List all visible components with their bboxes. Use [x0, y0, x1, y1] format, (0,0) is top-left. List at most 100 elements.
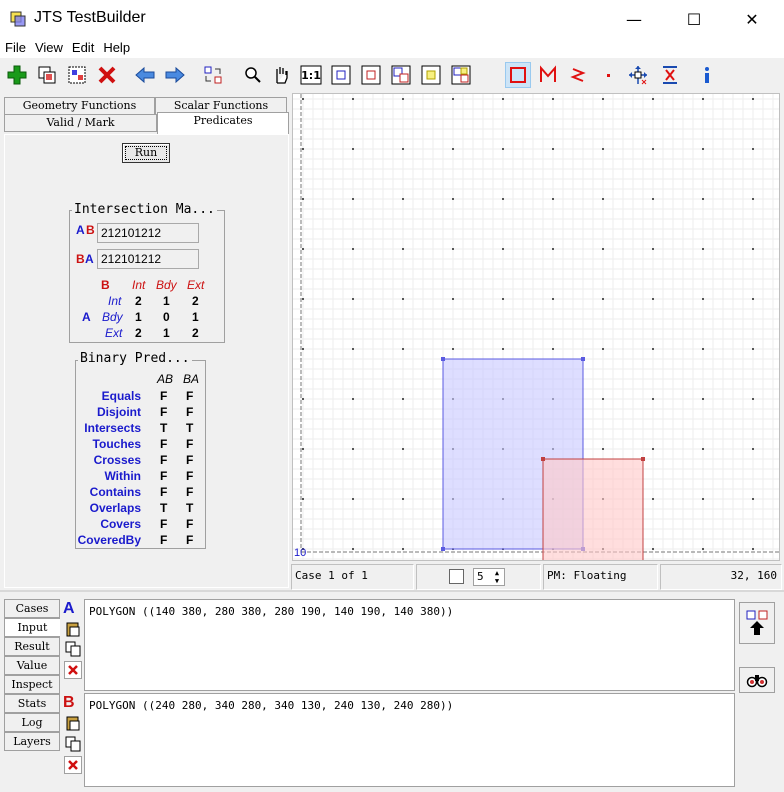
tab-predicates[interactable]: Predicates [157, 112, 289, 134]
tab-stats[interactable]: Stats [4, 694, 60, 713]
grid-dot [602, 298, 604, 300]
copy-b-icon[interactable] [64, 735, 82, 753]
draw-polygon-icon[interactable] [505, 62, 531, 88]
predicate-name: Within [104, 469, 141, 483]
paste-a-icon[interactable] [64, 620, 82, 638]
grid-dot [502, 98, 504, 100]
tab-input[interactable]: Input [4, 618, 60, 637]
draw-zigzag-icon[interactable] [565, 62, 591, 88]
menu-edit[interactable]: Edit [67, 38, 98, 58]
zoom-to-a-icon[interactable] [328, 62, 354, 88]
menu-file[interactable]: File [0, 38, 30, 58]
grid-dot [302, 98, 304, 100]
next-case-icon[interactable] [162, 62, 188, 88]
copy-case-icon[interactable] [34, 62, 60, 88]
matrix-cell: 2 [135, 294, 142, 308]
grid-dot [302, 198, 304, 200]
run-button[interactable]: Run [122, 143, 170, 163]
canvas-drawing[interactable] [293, 94, 779, 560]
grid-dot [552, 298, 554, 300]
matrix-row-label: Int [108, 294, 122, 308]
tab-inspect[interactable]: Inspect [4, 675, 60, 694]
matrix-cell: 0 [163, 310, 170, 324]
zoom-to-full-icon[interactable] [448, 62, 474, 88]
grid-dot [402, 148, 404, 150]
tab-result[interactable]: Result [4, 637, 60, 656]
menu-view[interactable]: View [30, 38, 67, 58]
show-vertices-checkbox[interactable] [449, 569, 464, 584]
predicate-name: Equals [101, 389, 141, 403]
draw-point-icon[interactable] [595, 62, 621, 88]
matrix-row-a-label: A [82, 310, 91, 324]
zoom-icon[interactable] [240, 62, 266, 88]
grid-dot [502, 298, 504, 300]
geometry-a-input[interactable]: POLYGON ((140 380, 280 380, 280 190, 140… [84, 599, 735, 691]
geometry-canvas[interactable] [292, 93, 780, 561]
tab-geometry-functions[interactable]: Geometry Functions [4, 97, 155, 115]
predicate-name: Contains [89, 485, 141, 499]
pan-icon[interactable] [268, 62, 294, 88]
predicate-name: Covers [100, 517, 141, 531]
predicate-ba-value: F [186, 485, 194, 499]
zoom-to-b-icon[interactable] [358, 62, 384, 88]
grid-dot [302, 298, 304, 300]
tab-layers[interactable]: Layers [4, 732, 60, 751]
polygon-b-vertex [541, 457, 545, 461]
tab-log[interactable]: Log [4, 713, 60, 732]
inspect-button[interactable] [739, 667, 775, 693]
zoom-to-input-icon[interactable] [388, 62, 414, 88]
predicate-ba-value: F [186, 517, 194, 531]
clear-b-icon[interactable] [64, 756, 82, 774]
tab-cases[interactable]: Cases [4, 599, 60, 618]
grid-dot [702, 498, 704, 500]
zoom-one-to-one-icon[interactable]: 1:1 [298, 62, 324, 88]
scale-label: 10 [294, 547, 307, 559]
grid-dot [302, 348, 304, 350]
load-geometry-button[interactable] [739, 602, 775, 644]
grid-dot [552, 348, 554, 350]
predicate-name: Intersects [84, 421, 141, 435]
grid-dot [752, 498, 754, 500]
grid-dot [352, 498, 354, 500]
zoom-to-result-icon[interactable] [418, 62, 444, 88]
grid-dot [452, 298, 454, 300]
binoculars-icon [746, 675, 768, 688]
grid-dot [752, 398, 754, 400]
tab-valid-mark[interactable]: Valid / Mark [4, 114, 157, 132]
copy-result-icon[interactable] [64, 62, 90, 88]
delete-case-icon[interactable] [94, 62, 120, 88]
predicate-ba-value: F [186, 389, 194, 403]
delete-vertex-icon[interactable] [657, 62, 683, 88]
grid-dot [652, 248, 654, 250]
add-case-icon[interactable] [4, 62, 30, 88]
close-window-button[interactable]: ✕ [729, 0, 775, 38]
tab-value[interactable]: Value [4, 656, 60, 675]
matrix-row-label: Bdy [102, 310, 123, 324]
previous-case-icon[interactable] [132, 62, 158, 88]
predicate-ab-value: F [160, 469, 168, 483]
spinner-value: 5 [477, 570, 484, 583]
grid-dot [702, 548, 704, 550]
grid-dot [352, 398, 354, 400]
edit-vertex-icon[interactable] [625, 62, 651, 88]
menu-help[interactable]: Help [98, 38, 134, 58]
predicate-col-ba: BA [183, 372, 200, 386]
maximize-button[interactable]: ☐ [671, 0, 717, 38]
minimize-button[interactable]: — [611, 0, 657, 38]
grid-dot [702, 148, 704, 150]
geometry-b-input[interactable]: POLYGON ((240 280, 340 280, 340 130, 240… [84, 693, 735, 787]
draw-linestring-icon[interactable] [535, 62, 561, 88]
spinner-arrows-icon[interactable]: ▲ ▼ [491, 569, 503, 585]
exchange-geometries-icon[interactable] [200, 62, 226, 88]
grid-dot [352, 448, 354, 450]
ba-matrix-field[interactable]: 212101212 [97, 249, 199, 269]
info-icon[interactable] [694, 62, 720, 88]
title-bar: JTS TestBuilder — ☐ ✕ [0, 0, 784, 38]
grid-dot [752, 198, 754, 200]
grid-dot [602, 448, 604, 450]
grid-dot [402, 98, 404, 100]
copy-a-icon[interactable] [64, 640, 82, 658]
ab-matrix-field[interactable]: 212101212 [97, 223, 199, 243]
clear-a-icon[interactable] [64, 661, 82, 679]
paste-b-icon[interactable] [64, 714, 82, 732]
